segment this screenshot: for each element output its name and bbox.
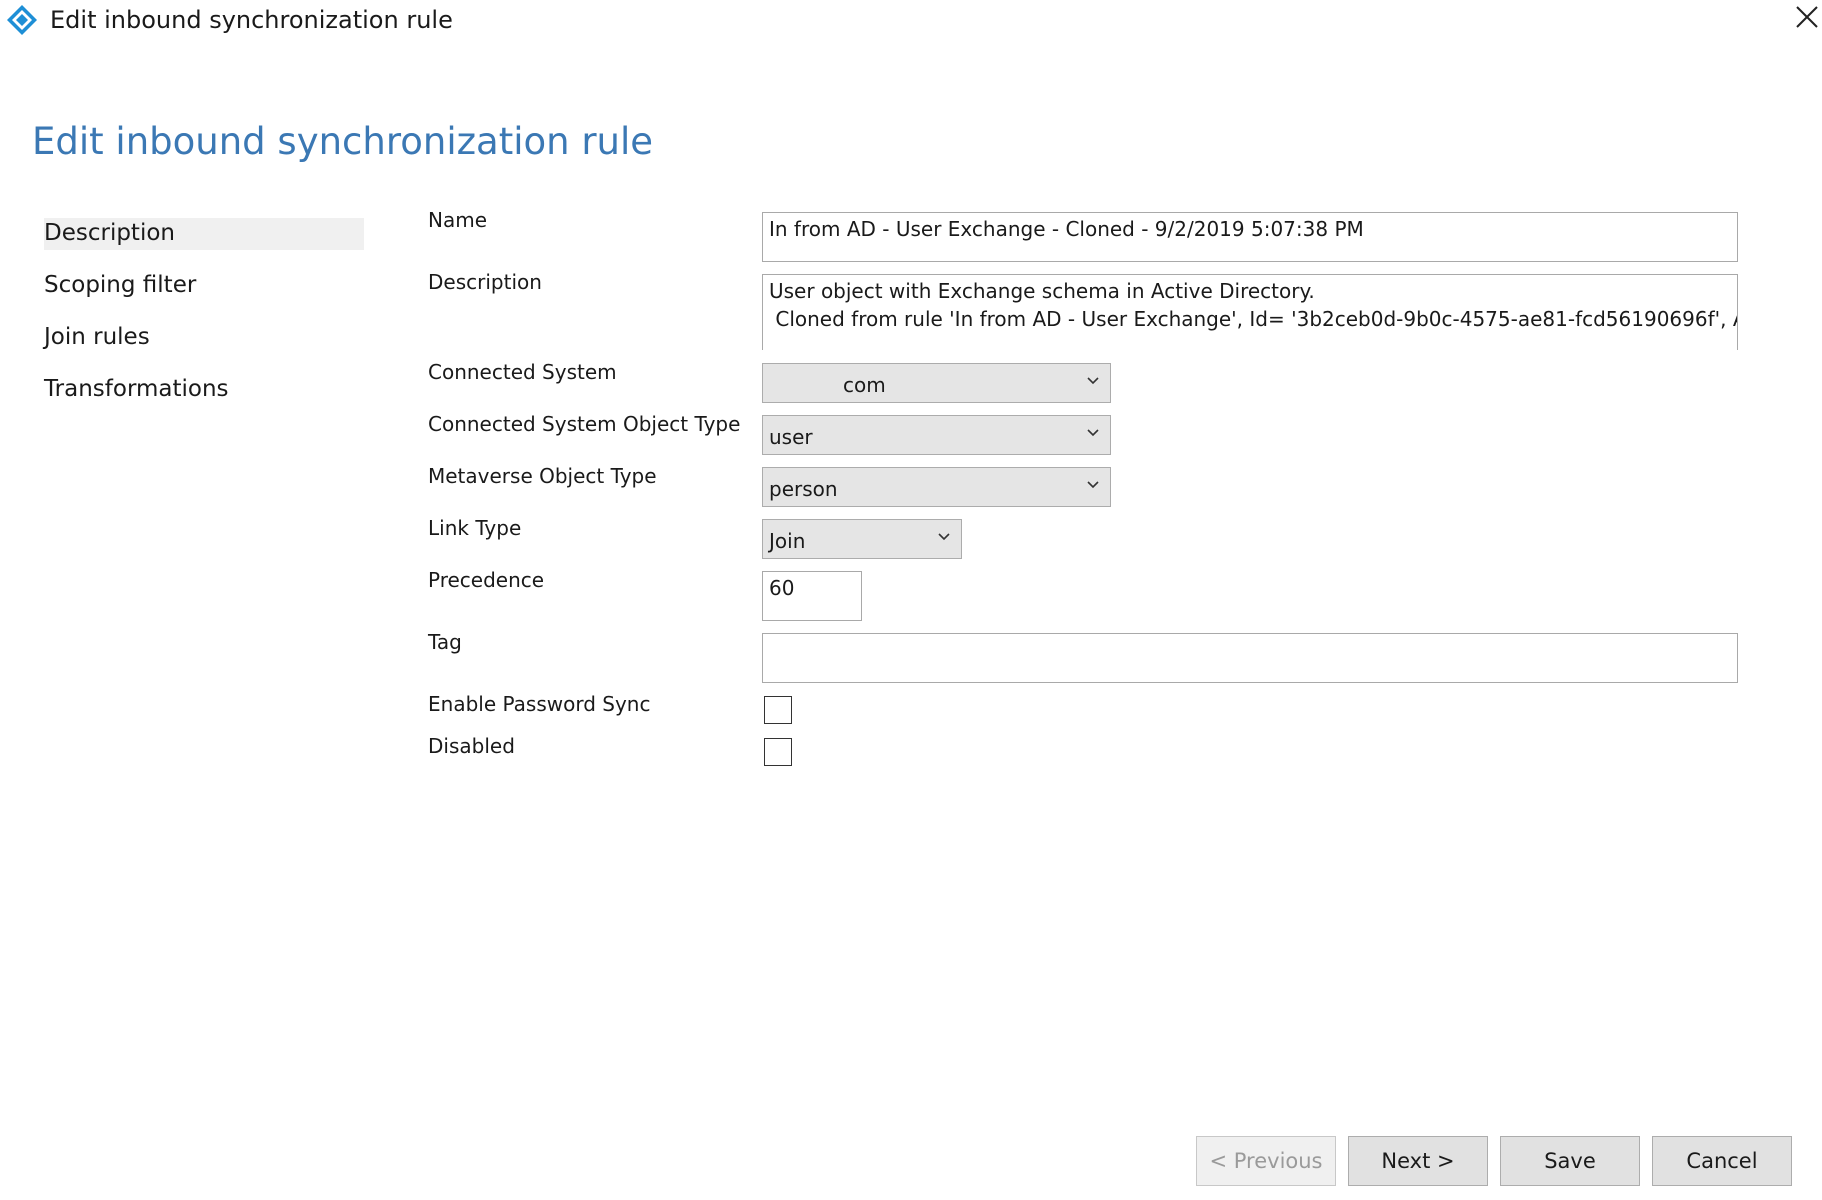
description-line-2: Cloned from rule 'In from AD - User Exch… (775, 307, 1737, 331)
description-label: Description (428, 270, 542, 294)
description-field[interactable]: User object with Exchange schema in Acti… (762, 274, 1738, 350)
previous-button[interactable]: < Previous (1196, 1136, 1336, 1186)
chevron-down-icon (1087, 377, 1099, 385)
precedence-value: 60 (769, 576, 795, 600)
chevron-down-icon (938, 533, 950, 541)
link-type-value: Join (769, 529, 806, 553)
connected-system-label: Connected System (428, 360, 617, 384)
description-line-1: User object with Exchange schema in Acti… (769, 279, 1315, 303)
name-label: Name (428, 208, 488, 232)
connected-system-value: com (843, 373, 886, 397)
disabled-label: Disabled (428, 734, 515, 758)
connected-system-object-type-dropdown[interactable]: user (762, 415, 1111, 455)
page-title: Edit inbound synchronization rule (32, 120, 654, 163)
connected-system-dropdown[interactable]: com (762, 363, 1111, 403)
chevron-down-icon (1087, 481, 1099, 489)
metaverse-object-type-dropdown[interactable]: person (762, 467, 1111, 507)
enable-password-sync-label: Enable Password Sync (428, 692, 651, 716)
name-field[interactable]: In from AD - User Exchange - Cloned - 9/… (762, 212, 1738, 262)
sync-diamond-icon (7, 5, 37, 35)
link-type-label: Link Type (428, 516, 522, 540)
name-value: In from AD - User Exchange - Cloned - 9/… (769, 217, 1364, 241)
metaverse-object-type-label: Metaverse Object Type (428, 464, 657, 488)
nav-item-join-rules[interactable]: Join rules (44, 324, 150, 350)
cancel-button[interactable]: Cancel (1652, 1136, 1792, 1186)
tag-field[interactable] (762, 633, 1738, 683)
nav-item-transformations[interactable]: Transformations (44, 376, 229, 402)
precedence-field[interactable]: 60 (762, 571, 862, 621)
connected-system-object-type-label: Connected System Object Type (428, 412, 741, 436)
close-icon[interactable] (1794, 4, 1820, 30)
disabled-checkbox[interactable] (764, 738, 792, 766)
precedence-label: Precedence (428, 568, 545, 592)
link-type-dropdown[interactable]: Join (762, 519, 962, 559)
connected-system-object-type-value: user (769, 425, 813, 449)
nav-item-scoping-filter[interactable]: Scoping filter (44, 272, 196, 298)
chevron-down-icon (1087, 429, 1099, 437)
enable-password-sync-checkbox[interactable] (764, 696, 792, 724)
tag-label: Tag (428, 630, 462, 654)
save-button[interactable]: Save (1500, 1136, 1640, 1186)
next-button[interactable]: Next > (1348, 1136, 1488, 1186)
metaverse-object-type-value: person (769, 477, 838, 501)
nav-item-description[interactable]: Description (44, 220, 175, 246)
window-title: Edit inbound synchronization rule (50, 6, 453, 34)
